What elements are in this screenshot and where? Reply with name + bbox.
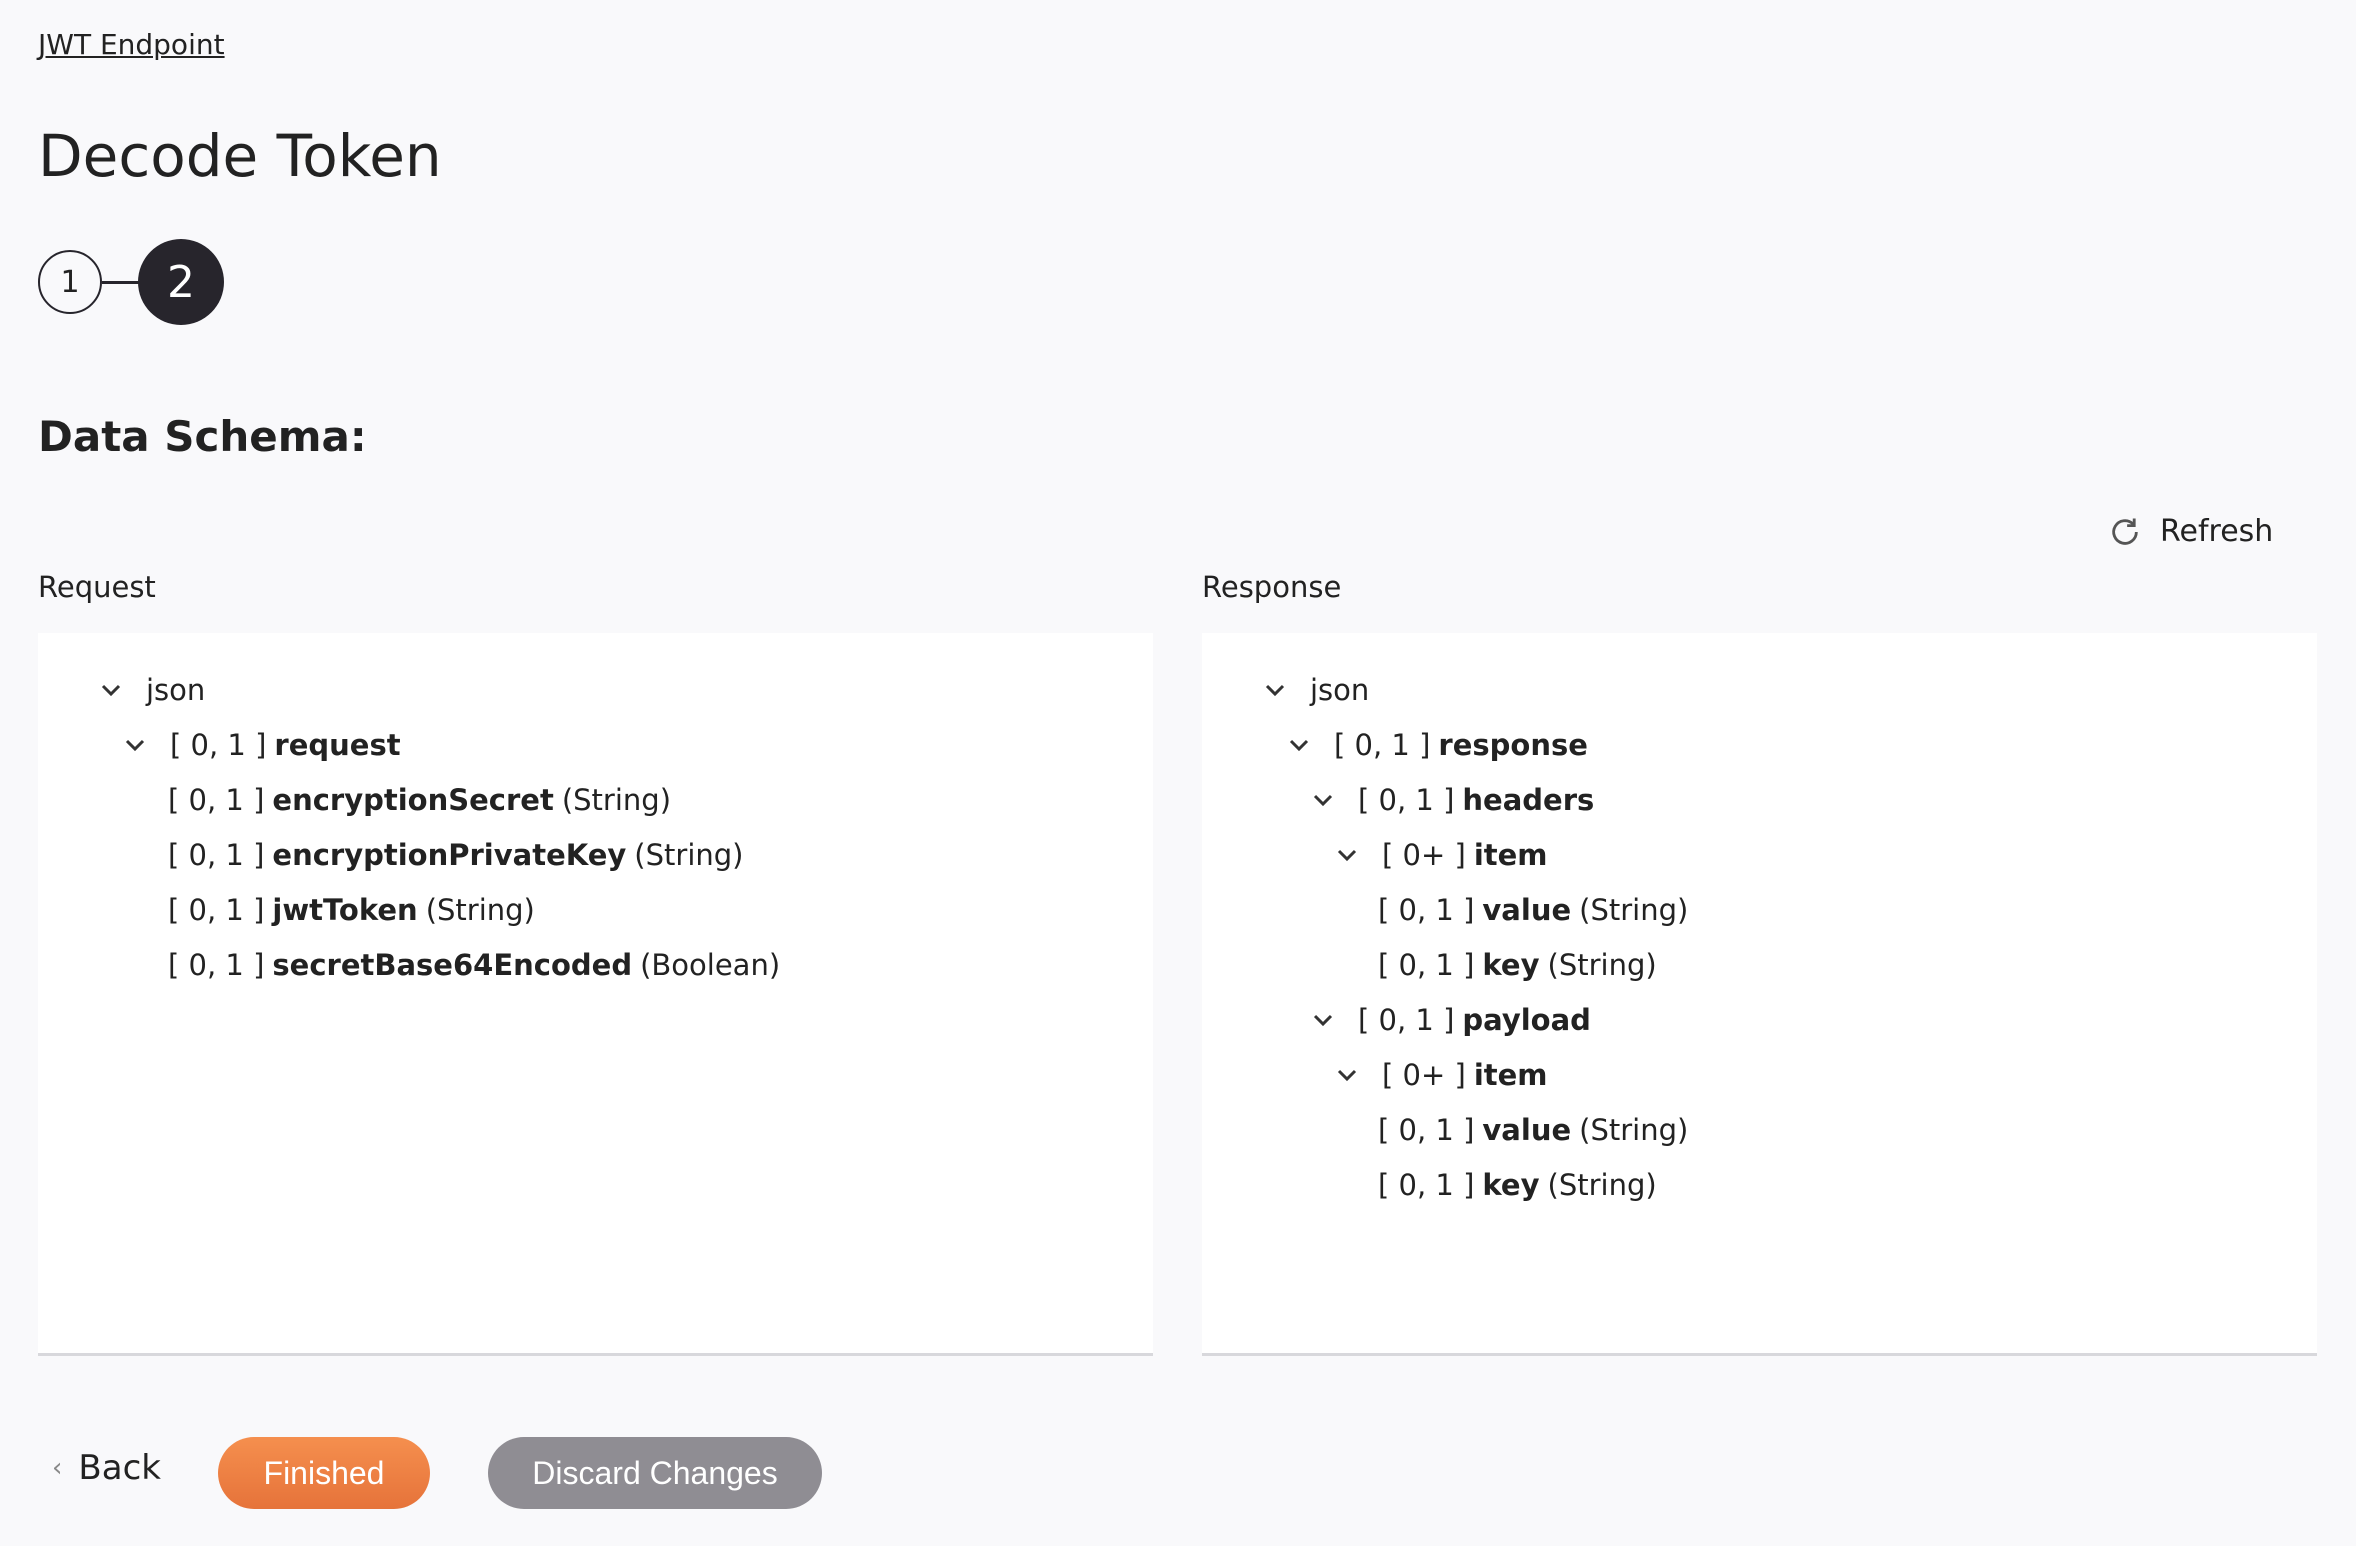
schema-node: [ 0, 1 ] value (String)	[1378, 890, 1688, 930]
node-name: request	[274, 728, 401, 762]
schema-node: [ 0, 1 ] encryptionPrivateKey (String)	[168, 835, 743, 875]
cardinality: [ 0, 1 ]	[1358, 1003, 1455, 1037]
back-label: Back	[78, 1448, 161, 1488]
schema-node: [ 0, 1 ] value (String)	[1378, 1110, 1688, 1150]
discard-changes-button[interactable]: Discard Changes	[488, 1437, 822, 1509]
node-name: key	[1482, 948, 1540, 982]
node-name: key	[1482, 1168, 1540, 1202]
cardinality: [ 0, 1 ]	[1358, 783, 1455, 817]
refresh-button[interactable]: Refresh	[2108, 514, 2273, 549]
node-name: json	[1310, 673, 1370, 707]
node-type: (String)	[1547, 948, 1657, 982]
step-2-active[interactable]: 2	[138, 239, 224, 325]
schema-node[interactable]: [ 0, 1 ] request	[122, 725, 409, 765]
chevron-down-icon[interactable]	[98, 683, 124, 697]
node-type: (String)	[634, 838, 744, 872]
node-name: response	[1438, 728, 1588, 762]
cardinality: [ 0, 1 ]	[168, 948, 265, 982]
node-type: (String)	[1579, 893, 1689, 927]
refresh-label: Refresh	[2160, 514, 2274, 549]
node-name: payload	[1462, 1003, 1591, 1037]
cardinality: [ 0, 1 ]	[168, 838, 265, 872]
request-label: Request	[38, 570, 156, 604]
node-name: value	[1482, 893, 1572, 927]
schema-node: [ 0, 1 ] secretBase64Encoded (Boolean)	[168, 945, 780, 985]
schema-node[interactable]: json	[1262, 670, 1369, 710]
schema-node: [ 0, 1 ] encryptionSecret (String)	[168, 780, 671, 820]
node-name: encryptionSecret	[272, 783, 554, 817]
schema-node: [ 0, 1 ] jwtToken (String)	[168, 890, 535, 930]
cardinality: [ 0, 1 ]	[168, 893, 265, 927]
cardinality: [ 0+ ]	[1382, 838, 1466, 872]
chevron-down-icon[interactable]	[122, 738, 148, 752]
breadcrumb-link[interactable]: JWT Endpoint	[38, 28, 225, 61]
node-name: item	[1473, 1058, 1548, 1092]
cardinality: [ 0+ ]	[1382, 1058, 1466, 1092]
step-connector	[102, 281, 140, 284]
chevron-down-icon[interactable]	[1310, 1013, 1336, 1027]
schema-node: [ 0, 1 ] key (String)	[1378, 945, 1657, 985]
chevron-down-icon[interactable]	[1286, 738, 1312, 752]
schema-node: [ 0, 1 ] key (String)	[1378, 1165, 1657, 1205]
step-1[interactable]: 1	[38, 250, 102, 314]
response-schema-panel: json[ 0, 1 ] response[ 0, 1 ] headers[ 0+ …	[1202, 633, 2317, 1356]
node-type: (String)	[425, 893, 535, 927]
cardinality: [ 0, 1 ]	[1378, 948, 1475, 982]
cardinality: [ 0, 1 ]	[168, 783, 265, 817]
schema-node[interactable]: [ 0, 1 ] payload	[1310, 1000, 1599, 1040]
section-title: Data Schema:	[38, 412, 367, 461]
schema-node[interactable]: [ 0+ ] item	[1334, 835, 1556, 875]
chevron-down-icon[interactable]	[1310, 793, 1336, 807]
schema-node[interactable]: [ 0, 1 ] response	[1286, 725, 1596, 765]
node-name: value	[1482, 1113, 1572, 1147]
page-title: Decode Token	[38, 122, 442, 190]
node-type: (String)	[1547, 1168, 1657, 1202]
response-label: Response	[1202, 570, 1342, 604]
cardinality: [ 0, 1 ]	[1334, 728, 1431, 762]
node-name: headers	[1462, 783, 1595, 817]
cardinality: [ 0, 1 ]	[170, 728, 267, 762]
chevron-down-icon[interactable]	[1334, 1068, 1360, 1082]
cardinality: [ 0, 1 ]	[1378, 893, 1475, 927]
request-schema-panel: json[ 0, 1 ] request[ 0, 1 ] encryptionSec…	[38, 633, 1153, 1356]
node-name: jwtToken	[272, 893, 418, 927]
chevron-down-icon[interactable]	[1262, 683, 1288, 697]
node-type: (Boolean)	[640, 948, 781, 982]
finished-button[interactable]: Finished	[218, 1437, 430, 1509]
node-name: json	[146, 673, 206, 707]
node-type: (String)	[1579, 1113, 1689, 1147]
schema-node[interactable]: [ 0+ ] item	[1334, 1055, 1556, 1095]
node-name: secretBase64Encoded	[272, 948, 633, 982]
cardinality: [ 0, 1 ]	[1378, 1113, 1475, 1147]
chevron-down-icon[interactable]	[1334, 848, 1360, 862]
refresh-icon	[2112, 518, 2138, 545]
back-button[interactable]: ‹ Back	[52, 1448, 161, 1488]
node-name: item	[1473, 838, 1548, 872]
schema-node[interactable]: [ 0, 1 ] headers	[1310, 780, 1602, 820]
node-type: (String)	[561, 783, 672, 817]
node-name: encryptionPrivateKey	[272, 838, 627, 872]
schema-node[interactable]: json	[98, 670, 205, 710]
chevron-left-icon: ‹	[52, 1453, 63, 1483]
cardinality: [ 0, 1 ]	[1378, 1168, 1475, 1202]
